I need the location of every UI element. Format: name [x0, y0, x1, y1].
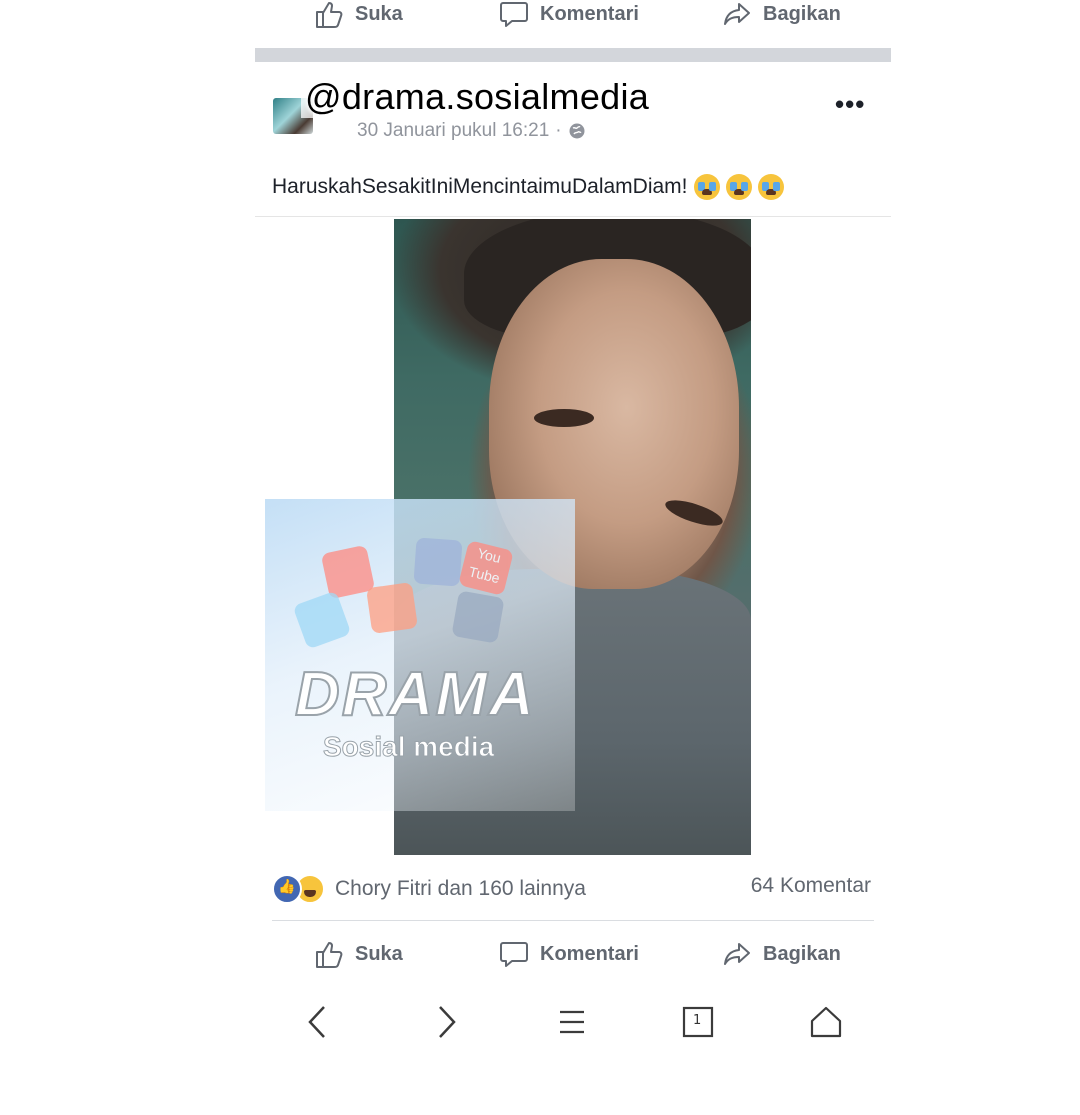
youtube-logo-icon: You Tube: [458, 540, 514, 596]
share-label: Bagikan: [763, 942, 841, 965]
comment-bubble-icon: [500, 942, 528, 967]
news-feed: Suka Komentari Bagikan @drama.sosialmedi…: [255, 0, 891, 1115]
caption-text: HaruskahSesakitIniMencintaimuDalamDiam!: [272, 175, 688, 198]
like-reaction-icon: [272, 874, 302, 904]
reactions-summary[interactable]: Chory Fitri dan 160 lainnya: [272, 874, 586, 904]
crying-emoji-icon: [757, 174, 784, 200]
share-arrow-icon: [724, 943, 750, 965]
timestamp-text: 30 Januari pukul 16:21: [357, 120, 550, 141]
more-options-icon[interactable]: •••: [835, 91, 865, 117]
previous-post-action-bar: Suka Komentari Bagikan: [255, 0, 891, 34]
crying-emoji-icon: [725, 174, 752, 200]
google-plus-logo-icon: [366, 582, 418, 634]
comment-button[interactable]: Komentari: [498, 0, 639, 30]
share-arrow-icon: [724, 3, 750, 25]
tabs-icon[interactable]: 1: [678, 1002, 718, 1042]
comment-button[interactable]: Komentari: [498, 938, 639, 970]
back-icon[interactable]: [298, 1002, 338, 1042]
like-button[interactable]: Suka: [313, 0, 403, 30]
home-icon[interactable]: [806, 1002, 846, 1042]
tab-count: 1: [693, 1013, 702, 1028]
menu-icon[interactable]: [552, 1002, 592, 1042]
comment-bubble-icon: [500, 2, 528, 27]
comment-label: Komentari: [540, 2, 639, 25]
share-label: Bagikan: [763, 2, 841, 25]
watermark-subtitle: Sosial media: [322, 731, 495, 763]
browser-nav-bar: 1: [255, 990, 891, 1050]
watermark-title: DRAMA: [294, 659, 536, 730]
post-timestamp[interactable]: 30 Januari pukul 16:21 ·: [357, 120, 586, 142]
reactions-text: Chory Fitri dan 160 lainnya: [335, 877, 586, 900]
comment-count-link[interactable]: 64 Komentar: [751, 874, 871, 898]
forward-icon[interactable]: [426, 1002, 466, 1042]
watermark-logo: You Tube DRAMA Sosial media: [265, 499, 575, 811]
like-label: Suka: [355, 942, 403, 965]
share-button[interactable]: Bagikan: [721, 0, 841, 30]
thumbs-up-icon: [316, 2, 343, 28]
crying-emoji-icon: [693, 174, 720, 200]
share-button[interactable]: Bagikan: [721, 938, 841, 970]
thumbs-up-icon: [316, 942, 343, 968]
twitter-logo-icon: [292, 590, 352, 650]
globe-icon: [569, 123, 585, 139]
post-caption: HaruskahSesakitIniMencintaimuDalamDiam!: [272, 174, 784, 200]
post-action-bar: Suka Komentari Bagikan: [255, 934, 891, 974]
divider: [272, 920, 874, 921]
tumblr-logo-icon: [451, 590, 505, 644]
comment-label: Komentari: [540, 942, 639, 965]
like-button[interactable]: Suka: [313, 938, 403, 970]
overlay-handle-text: @drama.sosialmedia: [301, 76, 654, 118]
like-label: Suka: [355, 2, 403, 25]
post-photo-frame[interactable]: You Tube DRAMA Sosial media: [255, 216, 891, 857]
facebook-logo-icon: [413, 537, 463, 587]
post-separator: [255, 48, 891, 62]
